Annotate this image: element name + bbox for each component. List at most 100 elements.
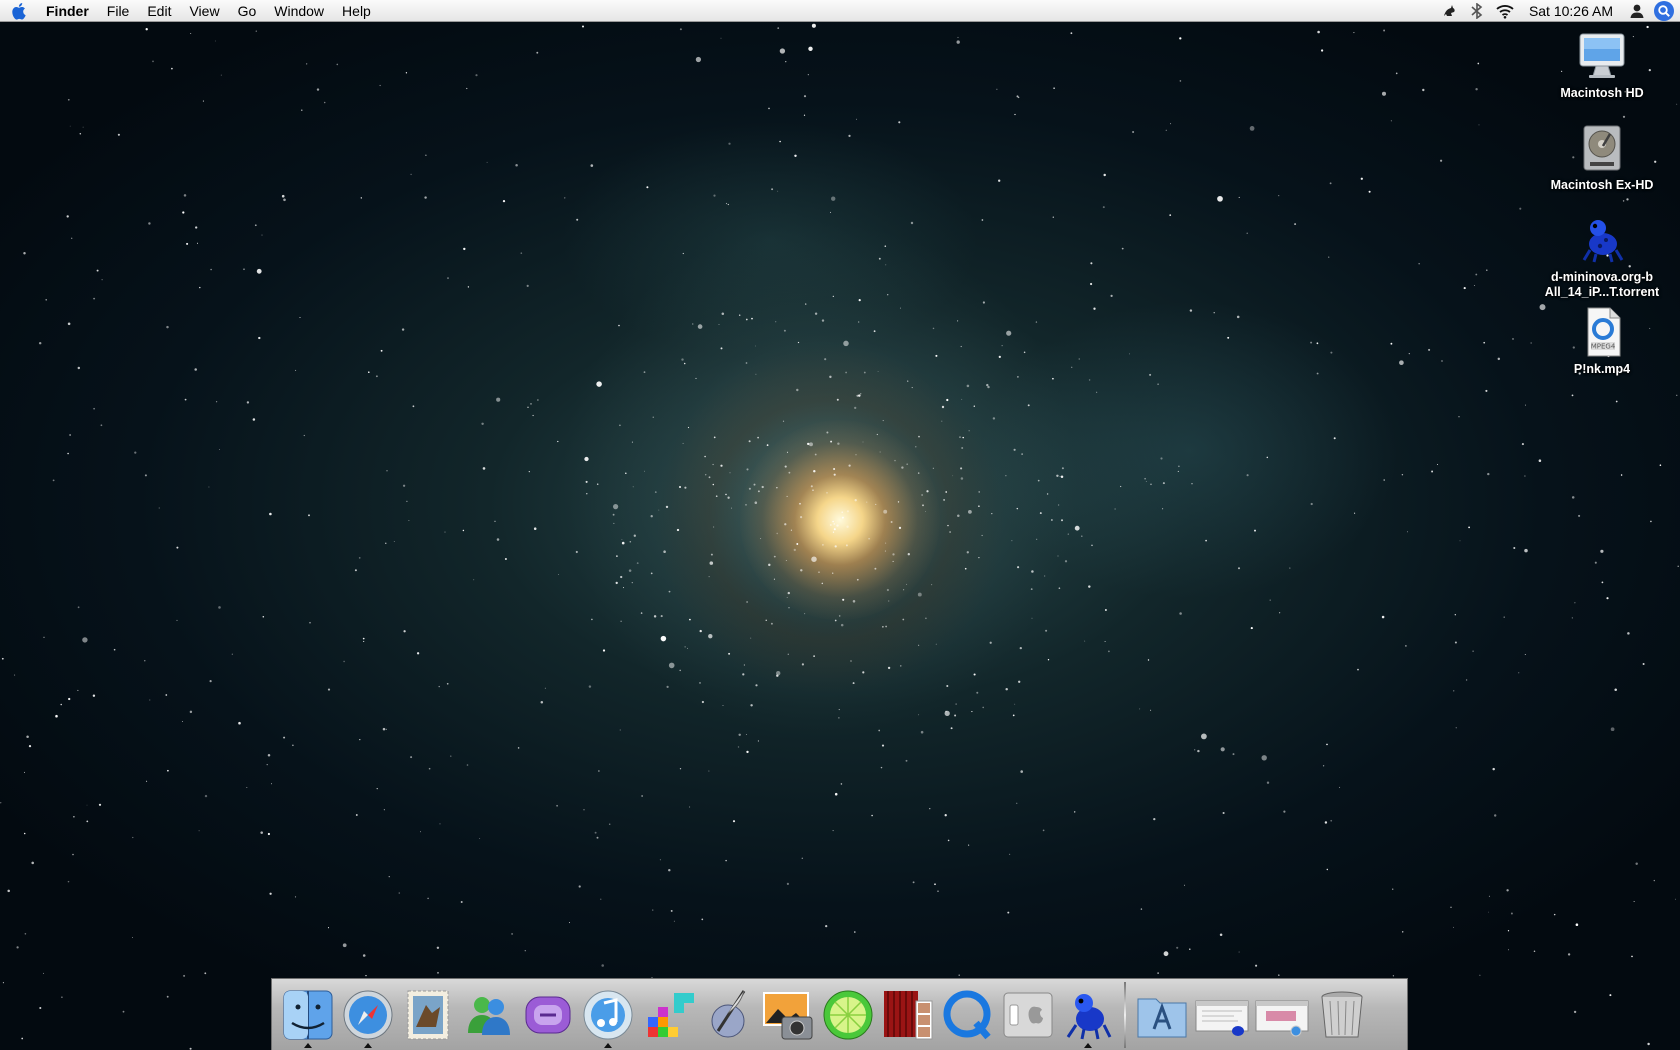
dock-safari[interactable] [339, 984, 397, 1048]
star [1483, 341, 1486, 344]
desktop-icon-macintosh-hd[interactable]: Macintosh HD [1532, 30, 1672, 101]
star [31, 861, 34, 865]
star [1642, 662, 1645, 666]
apple-icon[interactable] [0, 0, 40, 22]
star [898, 526, 902, 530]
dock-quicktime[interactable] [939, 984, 997, 1046]
star [797, 341, 800, 344]
star [167, 769, 169, 772]
menu-edit[interactable]: Edit [138, 0, 180, 22]
star [1485, 389, 1488, 392]
star [165, 694, 168, 696]
dock-script-editor[interactable] [699, 984, 757, 1046]
star [708, 634, 713, 639]
star [93, 407, 95, 410]
star [786, 596, 788, 599]
star [830, 211, 831, 213]
dock-mail[interactable] [399, 984, 457, 1046]
star [841, 511, 843, 513]
star [699, 629, 702, 633]
star [52, 479, 55, 482]
star [1153, 817, 1156, 821]
dock-msn[interactable] [519, 984, 577, 1046]
star [45, 299, 47, 301]
app-menu-finder[interactable]: Finder [40, 0, 98, 22]
star [732, 820, 736, 823]
menu-go[interactable]: Go [229, 0, 266, 22]
dock-system-preferences[interactable] [999, 984, 1057, 1046]
star [1418, 263, 1420, 265]
menu-window[interactable]: Window [265, 0, 333, 22]
desktop-icon-pink-mp4[interactable]: MPEG4 P!nk.mp4 [1532, 306, 1672, 377]
star [833, 473, 836, 476]
star [782, 420, 785, 422]
star [961, 447, 964, 449]
star [679, 28, 682, 31]
applications-folder-icon [1137, 998, 1187, 1037]
menu-help[interactable]: Help [333, 0, 380, 22]
star [93, 297, 96, 300]
star [877, 371, 879, 373]
star [837, 442, 840, 445]
star [258, 336, 261, 340]
menu-view[interactable]: View [180, 0, 228, 22]
dock-finder[interactable] [279, 984, 337, 1048]
star [524, 950, 526, 952]
star [784, 523, 787, 526]
star [1508, 949, 1509, 951]
star [738, 314, 741, 316]
star [1037, 479, 1040, 482]
dock-minimized-window-1[interactable] [1193, 984, 1251, 1046]
star [1533, 950, 1536, 953]
star [641, 795, 643, 797]
dock-itunes[interactable] [579, 984, 637, 1048]
user-icon[interactable] [1626, 0, 1648, 22]
wifi-icon[interactable] [1494, 0, 1516, 22]
spotlight-icon[interactable] [1654, 0, 1674, 21]
star [1266, 456, 1269, 459]
menu-clock[interactable]: Sat 10:26 AM [1519, 3, 1623, 19]
star [1184, 884, 1185, 886]
star [42, 972, 44, 974]
dock-applications-folder[interactable] [1133, 984, 1191, 1046]
star [631, 581, 633, 584]
menu-file[interactable]: File [98, 0, 139, 22]
desktop-icon-macintosh-ex-hd[interactable]: Macintosh Ex-HD [1532, 122, 1672, 193]
dock-minimized-window-2[interactable] [1253, 984, 1311, 1046]
dock-tetris[interactable] [639, 984, 697, 1046]
star [959, 436, 961, 438]
dock-limewire[interactable] [819, 984, 877, 1046]
star [1609, 994, 1612, 997]
star [725, 859, 727, 862]
dock-transmission[interactable] [1059, 984, 1117, 1048]
star [831, 196, 836, 201]
star [243, 268, 245, 271]
desktop-icon-torrent-file[interactable]: d-mininova.org-b All_14_iP...T.torrent [1532, 214, 1672, 300]
star [1254, 529, 1256, 532]
growl-icon[interactable] [1438, 0, 1460, 22]
star [668, 868, 671, 872]
star [1676, 394, 1678, 396]
star [410, 756, 413, 759]
star [92, 694, 96, 697]
star [568, 922, 571, 924]
star [594, 831, 597, 834]
dock-messenger[interactable] [459, 984, 517, 1046]
star [359, 738, 361, 741]
star [799, 502, 801, 505]
star [424, 196, 427, 199]
dock-iphoto[interactable] [759, 984, 817, 1046]
dock-photo-booth[interactable] [879, 984, 937, 1046]
star [852, 682, 855, 685]
star [1035, 321, 1038, 323]
star [66, 215, 69, 218]
star [1405, 645, 1407, 647]
star [701, 918, 704, 921]
star [1071, 366, 1073, 368]
star [214, 40, 216, 42]
star [676, 528, 680, 532]
star [385, 728, 387, 731]
bluetooth-icon[interactable] [1466, 0, 1488, 22]
dock-trash[interactable] [1313, 984, 1371, 1046]
star [145, 28, 148, 31]
